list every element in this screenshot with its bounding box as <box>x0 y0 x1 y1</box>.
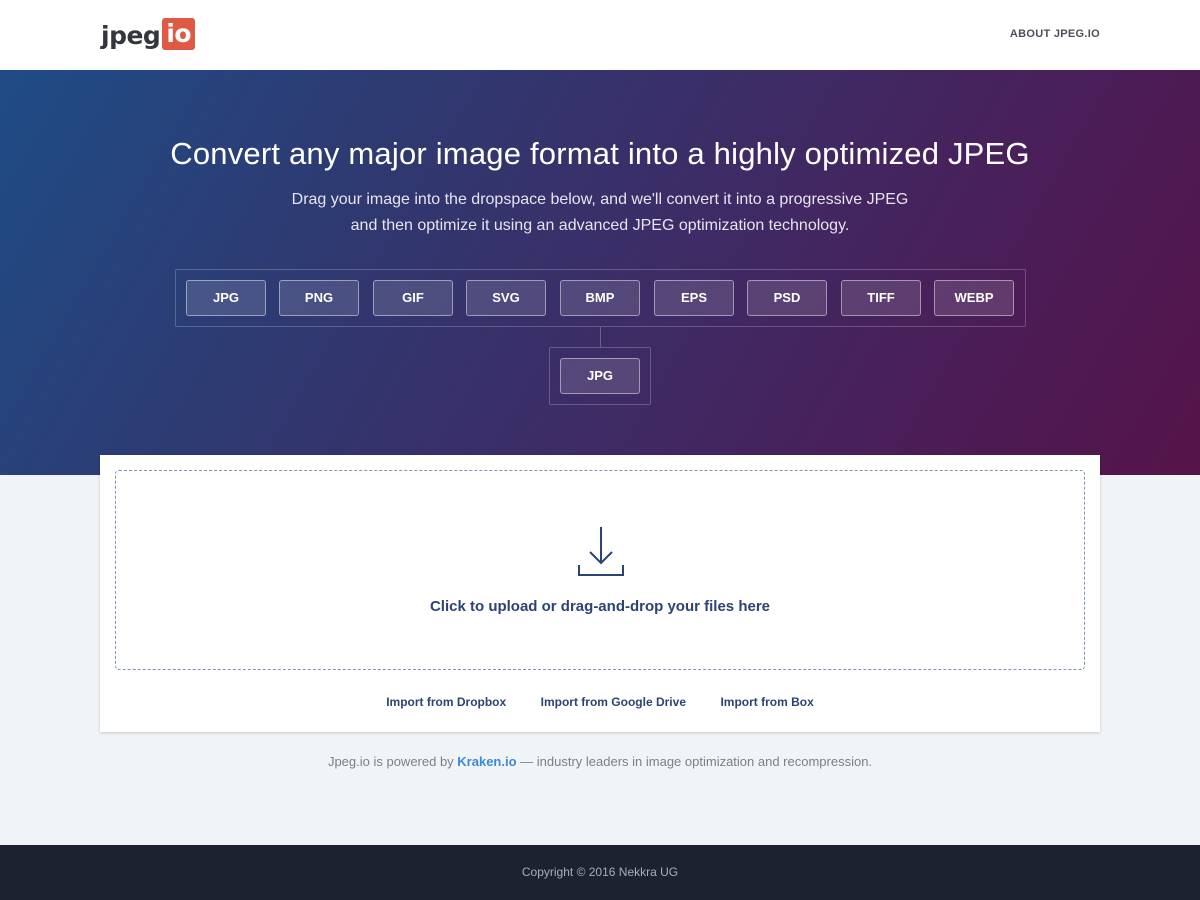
hero-subtitle: Drag your image into the dropspace below… <box>0 187 1200 239</box>
import-dropbox-link[interactable]: Import from Dropbox <box>386 695 506 709</box>
format-connector-line <box>600 327 601 347</box>
kraken-link[interactable]: Kraken.io <box>457 754 516 769</box>
format-button-webp[interactable]: WEBP <box>934 280 1014 316</box>
hero-title: Convert any major image format into a hi… <box>170 136 1030 171</box>
copyright-text: Copyright © 2016 Nekkra UG <box>521 865 679 879</box>
download-icon <box>578 527 624 576</box>
powered-by-text: Jpeg.io is powered by Kraken.io — indust… <box>0 754 1200 769</box>
upload-dropzone[interactable]: Click to upload or drag-and-drop your fi… <box>115 470 1085 670</box>
format-button-eps[interactable]: EPS <box>654 280 734 316</box>
hero-section: Convert any major image format into a hi… <box>0 70 1200 475</box>
format-button-gif[interactable]: GIF <box>373 280 453 316</box>
input-formats-group: JPG PNG GIF SVG BMP EPS PSD TIFF WEBP <box>175 269 1026 327</box>
import-links: Import from Dropbox Import from Google D… <box>100 693 1100 711</box>
hero-subtitle-line-2: and then optimize it using an advanced J… <box>350 217 850 234</box>
hero-subtitle-line-1: Drag your image into the dropspace below… <box>291 191 909 208</box>
upload-card: Click to upload or drag-and-drop your fi… <box>100 455 1100 732</box>
logo-badge: io <box>162 18 196 50</box>
import-box-link[interactable]: Import from Box <box>720 695 813 709</box>
site-footer: Copyright © 2016 Nekkra UG <box>0 845 1200 900</box>
powered-prefix: Jpeg.io is powered by <box>327 754 458 769</box>
format-button-svg[interactable]: SVG <box>466 280 546 316</box>
format-button-psd[interactable]: PSD <box>747 280 827 316</box>
format-button-jpg[interactable]: JPG <box>186 280 266 316</box>
logo-text: jpeg <box>101 21 161 50</box>
about-link[interactable]: ABOUT JPEG.IO <box>1010 28 1100 40</box>
format-button-png[interactable]: PNG <box>279 280 359 316</box>
format-button-bmp[interactable]: BMP <box>560 280 640 316</box>
format-button-tiff[interactable]: TIFF <box>841 280 921 316</box>
output-format-button-jpg[interactable]: JPG <box>560 358 640 394</box>
logo[interactable]: jpeg io <box>101 18 196 50</box>
import-google-drive-link[interactable]: Import from Google Drive <box>541 695 686 709</box>
output-format-group: JPG <box>549 347 651 405</box>
site-header: jpeg io ABOUT JPEG.IO <box>0 0 1200 70</box>
powered-suffix: — industry leaders in image optimization… <box>516 754 873 769</box>
upload-prompt[interactable]: Click to upload or drag-and-drop your fi… <box>116 598 1084 615</box>
